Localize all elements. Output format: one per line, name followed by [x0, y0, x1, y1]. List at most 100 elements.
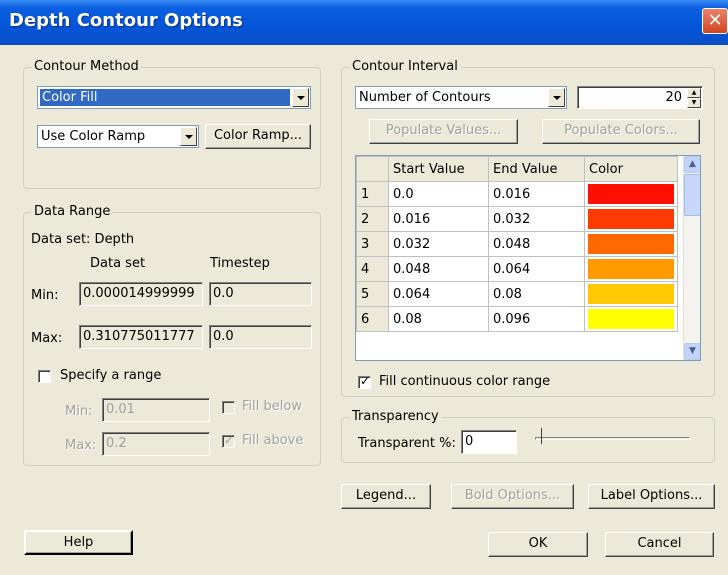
legend-button[interactable]: Legend... — [341, 484, 431, 509]
color-cell[interactable] — [584, 231, 678, 257]
color-swatch[interactable] — [588, 309, 674, 329]
specify-range-checkbox[interactable] — [38, 370, 51, 383]
start-value-cell[interactable]: 0.048 — [388, 256, 489, 282]
scroll-up-icon[interactable]: ▲ — [684, 156, 700, 173]
specify-max-field[interactable]: 0.2 — [102, 432, 210, 456]
col-timestep-header: Timestep — [210, 256, 270, 271]
populate-colors-button[interactable]: Populate Colors... — [542, 119, 700, 144]
end-value-cell[interactable]: 0.096 — [488, 306, 585, 332]
start-value-cell[interactable]: 0.032 — [388, 231, 489, 257]
close-icon: ✕ — [707, 10, 723, 31]
label-options-button[interactable]: Label Options... — [588, 484, 715, 509]
close-button[interactable]: ✕ — [702, 8, 728, 34]
min-dataset-field: 0.000014999999 — [79, 282, 203, 306]
row-number-cell[interactable]: 1 — [356, 181, 389, 207]
color-ramp-button[interactable]: Color Ramp... — [205, 124, 311, 149]
dropdown-arrow-icon[interactable] — [180, 127, 197, 146]
spin-up-icon[interactable]: ▲ — [687, 88, 701, 98]
scroll-down-icon[interactable]: ▼ — [684, 343, 700, 360]
data-range-title: Data Range — [32, 204, 113, 219]
min-timestep-field: 0.0 — [209, 282, 312, 306]
ok-button[interactable]: OK — [488, 532, 588, 557]
color-cell[interactable] — [584, 181, 678, 207]
contour-interval-mode-value: Number of Contours — [359, 90, 491, 105]
fill-continuous-checkbox[interactable]: ✓ — [358, 374, 371, 389]
color-cell[interactable] — [584, 281, 678, 307]
end-value-cell[interactable]: 0.032 — [488, 206, 585, 232]
color-swatch[interactable] — [588, 284, 674, 304]
contour-table-grid: Start Value End Value Color 1 0.0 0.016 2 0.… — [356, 156, 678, 332]
transparent-percent-label: Transparent %: — [358, 436, 456, 451]
contour-interval-mode-select[interactable]: Number of Contours — [355, 86, 567, 109]
help-button[interactable]: Help — [24, 530, 133, 555]
table-row[interactable]: 1 0.0 0.016 — [356, 181, 678, 207]
checkmark-icon: ✓ — [224, 433, 235, 447]
column-header-end[interactable]: End Value — [488, 156, 585, 182]
table-row[interactable]: 5 0.064 0.08 — [356, 281, 678, 307]
column-header-color[interactable]: Color — [584, 156, 678, 182]
specify-min-field[interactable]: 0.01 — [102, 398, 210, 422]
dataset-name-label: Data set: Depth — [31, 232, 135, 247]
start-value-cell[interactable]: 0.016 — [388, 206, 489, 232]
table-corner-cell — [356, 156, 389, 182]
col-dataset-header: Data set — [90, 256, 146, 271]
table-row[interactable]: 3 0.032 0.048 — [356, 231, 678, 257]
color-cell[interactable] — [584, 256, 678, 282]
color-swatch[interactable] — [588, 184, 674, 204]
start-value-cell[interactable]: 0.0 — [388, 181, 489, 207]
specify-range-label: Specify a range — [60, 368, 162, 383]
color-ramp-mode-value: Use Color Ramp — [41, 129, 146, 144]
max-dataset-field: 0.310775011777 — [79, 325, 203, 349]
contour-table[interactable]: Start Value End Value Color 1 0.0 0.016 2 0.… — [355, 155, 701, 361]
contour-count-spinner[interactable]: 20 ▲ ▼ — [577, 86, 703, 109]
contour-method-select[interactable]: Color Fill — [37, 86, 311, 109]
color-swatch[interactable] — [588, 259, 674, 279]
end-value-cell[interactable]: 0.064 — [488, 256, 585, 282]
fill-continuous-label: Fill continuous color range — [379, 374, 551, 389]
populate-values-button[interactable]: Populate Values... — [369, 119, 518, 144]
row-number-cell[interactable]: 4 — [356, 256, 389, 282]
cancel-button[interactable]: Cancel — [605, 532, 714, 557]
table-row[interactable]: 6 0.08 0.096 — [356, 306, 678, 332]
window-title: Depth Contour Options — [9, 10, 243, 31]
end-value-cell[interactable]: 0.048 — [488, 231, 585, 257]
color-cell[interactable] — [584, 306, 678, 332]
dropdown-arrow-icon[interactable] — [292, 88, 309, 107]
bold-options-button[interactable]: Bold Options... — [451, 484, 574, 509]
row-number-cell[interactable]: 2 — [356, 206, 389, 232]
spin-down-icon[interactable]: ▼ — [687, 98, 701, 108]
transparency-title: Transparency — [350, 409, 441, 424]
row-number-cell[interactable]: 3 — [356, 231, 389, 257]
table-header-row: Start Value End Value Color — [356, 156, 678, 182]
max-timestep-field: 0.0 — [209, 325, 312, 349]
contour-interval-title: Contour Interval — [350, 59, 460, 74]
color-swatch[interactable] — [588, 209, 674, 229]
color-swatch[interactable] — [588, 234, 674, 254]
contour-method-value: Color Fill — [40, 89, 290, 106]
contour-method-title: Contour Method — [32, 59, 141, 74]
min-label: Min: — [31, 288, 59, 303]
end-value-cell[interactable]: 0.016 — [488, 181, 585, 207]
end-value-cell[interactable]: 0.08 — [488, 281, 585, 307]
color-cell[interactable] — [584, 206, 678, 232]
column-header-start[interactable]: Start Value — [388, 156, 489, 182]
transparency-slider-thumb[interactable] — [536, 428, 542, 444]
start-value-cell[interactable]: 0.08 — [388, 306, 489, 332]
row-number-cell[interactable]: 5 — [356, 281, 389, 307]
transparent-percent-field[interactable]: 0 — [461, 430, 517, 454]
color-ramp-mode-select[interactable]: Use Color Ramp — [37, 125, 199, 148]
start-value-cell[interactable]: 0.064 — [388, 281, 489, 307]
specify-max-label: Max: — [65, 438, 97, 453]
transparency-slider-track[interactable] — [535, 437, 690, 440]
max-label: Max: — [31, 331, 63, 346]
row-number-cell[interactable]: 6 — [356, 306, 389, 332]
table-scrollbar[interactable]: ▲ ▼ — [683, 156, 700, 360]
title-bar: Depth Contour Options ✕ — [0, 0, 728, 45]
contour-count-value: 20 — [665, 90, 682, 105]
scroll-thumb[interactable] — [684, 174, 700, 216]
dropdown-arrow-icon[interactable] — [548, 88, 565, 107]
fill-below-checkbox[interactable] — [222, 401, 235, 414]
table-row[interactable]: 2 0.016 0.032 — [356, 206, 678, 232]
table-row[interactable]: 4 0.048 0.064 — [356, 256, 678, 282]
fill-above-checkbox[interactable]: ✓ — [222, 433, 235, 448]
